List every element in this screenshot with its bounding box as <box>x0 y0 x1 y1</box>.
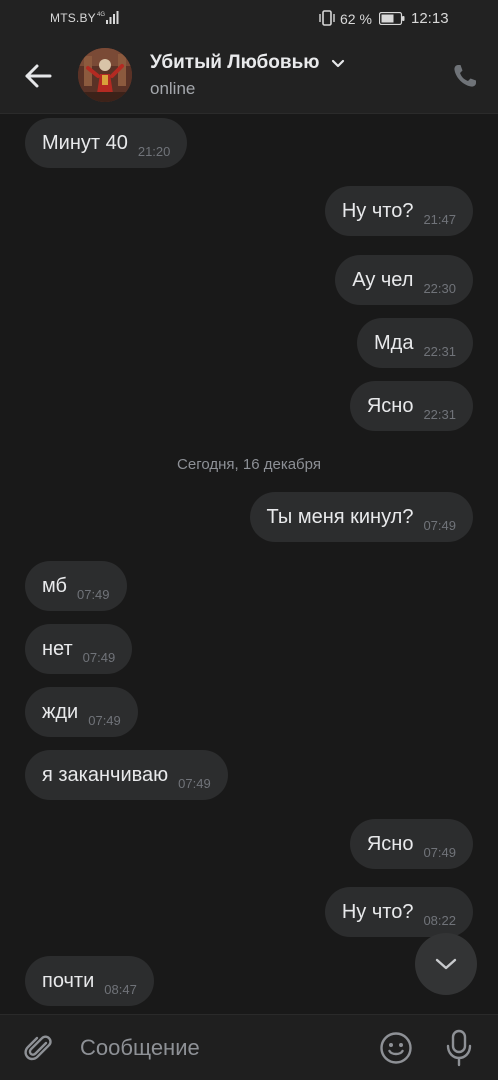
message-time: 07:49 <box>423 517 456 533</box>
message-text: Мда <box>374 331 414 354</box>
message-text: мб <box>42 574 67 597</box>
back-arrow-icon[interactable] <box>20 58 56 94</box>
message-bubble[interactable]: Ау чел 22:30 <box>335 255 473 305</box>
message-bubble[interactable]: Ясно 07:49 <box>349 819 473 869</box>
message-text: Минут 40 <box>42 131 128 154</box>
message-time: 22:31 <box>423 406 456 422</box>
signal-icon: 4G <box>97 11 119 24</box>
message-text: Ау чел <box>352 268 414 291</box>
phone-icon[interactable] <box>450 61 480 91</box>
message-list[interactable]: Минут 40 21:20 Ну что? 21:47 Ау чел 22:3… <box>0 114 498 1014</box>
message-bubble[interactable]: Ты меня кинул? 07:49 <box>249 492 473 542</box>
clock: 12:13 <box>411 10 449 27</box>
message-composer <box>0 1014 498 1080</box>
message-time: 07:49 <box>88 712 121 728</box>
message-text: я заканчиваю <box>42 763 169 786</box>
smiley-icon[interactable] <box>378 1030 414 1066</box>
message-bubble[interactable]: Мда 22:31 <box>357 318 473 368</box>
microphone-icon[interactable] <box>443 1029 475 1067</box>
message-bubble[interactable]: Минут 40 21:20 <box>25 118 188 168</box>
chevron-down-icon <box>331 59 344 68</box>
message-bubble[interactable]: почти 08:47 <box>25 956 154 1006</box>
avatar[interactable] <box>78 48 132 102</box>
chevron-down-icon <box>435 958 457 970</box>
message-text: Ну что? <box>341 199 414 222</box>
message-bubble[interactable]: я заканчиваю 07:49 <box>25 750 228 800</box>
message-bubble[interactable]: мб 07:49 <box>25 561 127 611</box>
vibrate-icon <box>319 10 335 26</box>
message-time: 07:49 <box>82 649 116 665</box>
message-time: 22:31 <box>423 343 456 359</box>
message-bubble[interactable]: нет 07:49 <box>25 624 133 674</box>
scroll-down-button[interactable] <box>415 933 477 995</box>
chat-screen: MTS.BY 4G 62 % 12:13 Убитый Любовью onli… <box>0 0 498 1080</box>
message-text: жди <box>42 700 79 723</box>
svg-text:4G: 4G <box>97 12 105 18</box>
message-text: Ясно <box>366 394 414 417</box>
message-text: Ясно <box>366 832 414 855</box>
message-time: 22:30 <box>423 280 456 296</box>
message-text: Ты меня кинул? <box>266 505 414 528</box>
carrier-label: MTS.BY <box>50 11 96 25</box>
message-text: почти <box>42 969 95 992</box>
message-text: Ну что? <box>341 900 414 923</box>
message-time: 07:49 <box>178 775 211 791</box>
message-time: 08:22 <box>423 912 456 928</box>
status-bar: MTS.BY 4G 62 % 12:13 <box>0 0 498 36</box>
battery-icon <box>379 12 405 25</box>
date-separator: Сегодня, 16 декабря <box>177 456 321 473</box>
contact-status: online <box>150 79 196 98</box>
contact-name-button[interactable]: Убитый Любовью <box>150 52 345 74</box>
message-time: 07:49 <box>76 586 110 602</box>
message-input[interactable] <box>80 1033 360 1063</box>
message-bubble[interactable]: Ясно 22:31 <box>349 381 473 431</box>
message-bubble[interactable]: Ну что? 21:47 <box>324 186 473 236</box>
chat-header: Убитый Любовью online <box>0 36 498 114</box>
paperclip-icon[interactable] <box>22 1031 56 1065</box>
message-time: 21:47 <box>423 211 456 227</box>
message-time: 08:47 <box>104 981 137 997</box>
message-time: 21:20 <box>137 143 171 159</box>
contact-name: Убитый Любовью <box>150 52 320 73</box>
message-bubble[interactable]: Ну что? 08:22 <box>324 887 473 937</box>
message-bubble[interactable]: жди 07:49 <box>25 687 138 737</box>
message-time: 07:49 <box>423 844 456 860</box>
message-text: нет <box>42 637 73 660</box>
battery-percent: 62 % <box>340 11 372 27</box>
